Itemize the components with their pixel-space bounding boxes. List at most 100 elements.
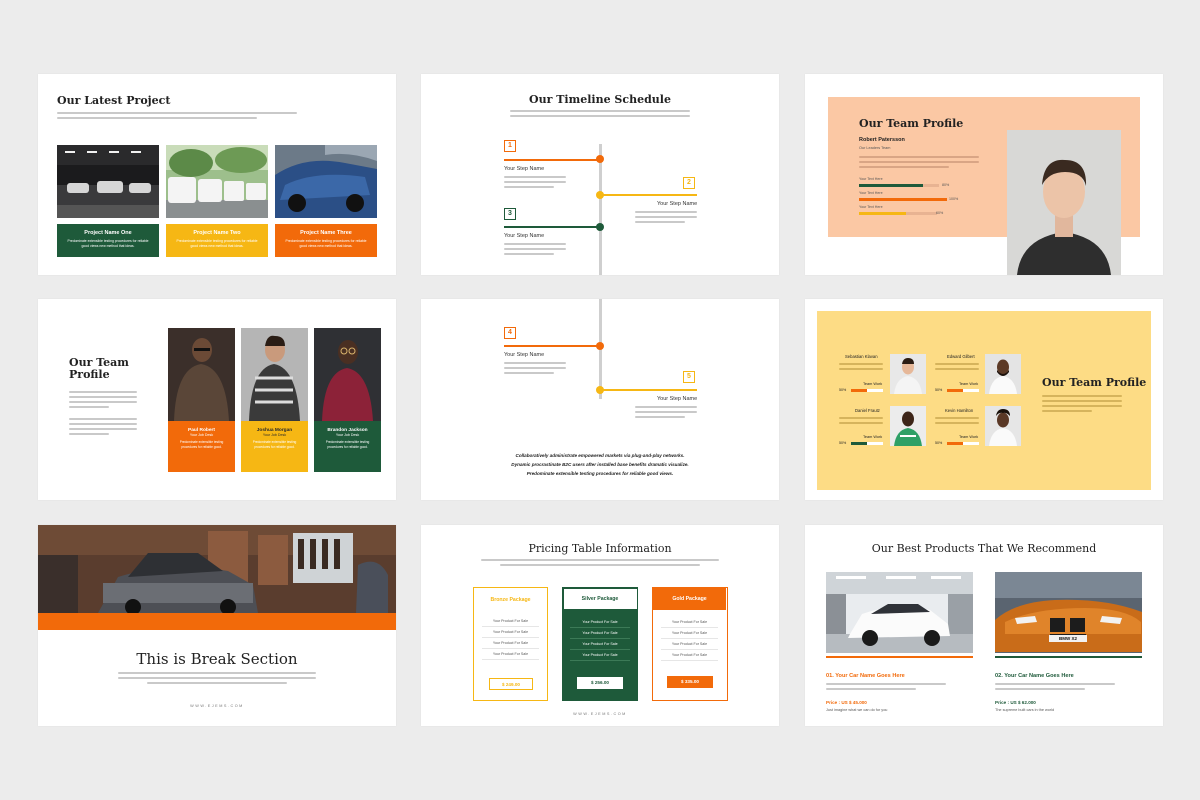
project-photo-garage <box>57 145 159 218</box>
plan-card-silver[interactable]: Silver Package Your Product For Sale You… <box>562 587 638 701</box>
slide-team-profile-1[interactable]: Our Team Profile Robert Patersson Our Le… <box>805 74 1163 275</box>
slide-title: Our Team Profile <box>69 356 129 381</box>
step-name: Your Step Name <box>504 352 545 358</box>
member-team: Team Work <box>863 382 883 386</box>
slide-timeline-1[interactable]: Our Timeline Schedule 1 Your Step Name 2… <box>421 74 779 275</box>
skill-track <box>859 198 947 201</box>
skill-fill <box>859 212 906 215</box>
product-divider <box>826 656 973 658</box>
step-name: Your Step Name <box>657 201 698 207</box>
plan-name: Gold Package <box>672 596 707 602</box>
timeline-axis <box>599 144 602 275</box>
step-number-badge: 2 <box>683 177 695 189</box>
member-role: Your Job Desk <box>262 433 287 437</box>
member-fill <box>947 389 963 392</box>
member-name: Robert Patersson <box>859 137 905 143</box>
member-fill <box>851 442 867 445</box>
project-card-1[interactable]: Project Name One Predominate extensible … <box>57 224 159 257</box>
step-dot <box>596 223 604 231</box>
skill-track <box>859 184 939 187</box>
member-photo <box>890 406 926 446</box>
project-text: Predominate extensible testing procedure… <box>285 239 367 248</box>
plan-item: Your Product For Sale <box>570 617 630 628</box>
project-name: Project Name One <box>84 230 132 236</box>
break-description <box>118 672 316 687</box>
member-photo <box>1007 130 1121 275</box>
plan-card-gold[interactable]: Gold Package Your Product For Sale Your … <box>652 587 728 701</box>
slide-description <box>69 391 137 411</box>
orange-band <box>38 613 396 630</box>
plan-price-button[interactable]: $ 335.00 <box>667 676 713 688</box>
slide-products[interactable]: Our Best Products That We Recommend 01. … <box>805 525 1163 726</box>
step-text <box>635 211 697 226</box>
slide-pricing[interactable]: Pricing Table Information Bronze Package… <box>421 525 779 726</box>
product-description <box>826 683 946 693</box>
member-role: Our Leaders Team <box>859 146 891 150</box>
step-connector <box>601 194 697 196</box>
member-photo <box>985 354 1021 394</box>
website-url[interactable]: WWW.EJEMS.COM <box>38 704 396 708</box>
step-dot <box>596 191 604 199</box>
member-track <box>947 442 979 445</box>
product-note: Just imagine what we can do for you <box>826 708 888 712</box>
step-number-badge: 4 <box>504 327 516 339</box>
member-card-2[interactable]: Joshua Morgan Your Job Desk Predominate … <box>241 421 308 472</box>
plan-item: Your Product For Sale <box>570 650 630 661</box>
member-card-1[interactable]: Paul Robert Your Job Desk Predominate ex… <box>168 421 235 472</box>
member-name: Sebastian Klavan <box>845 354 878 359</box>
skill-pct: 60% <box>936 211 944 215</box>
member-text <box>935 417 979 427</box>
member-team: Team Work <box>959 382 979 386</box>
slide-title: Our Team Profile <box>859 117 964 130</box>
slide-title: Our Timeline Schedule <box>529 93 671 106</box>
project-card-3[interactable]: Project Name Three Predominate extensibl… <box>275 224 377 257</box>
step-dot <box>596 155 604 163</box>
slide-description-2 <box>69 418 137 438</box>
plan-item: Your Product For Sale <box>482 616 539 627</box>
project-text: Predominate extensible testing procedure… <box>176 239 258 248</box>
member-text: Predominate extensible testing procedure… <box>252 440 297 449</box>
plan-item: Your Product For Sale <box>661 650 718 661</box>
member-photo <box>890 354 926 394</box>
quote-line: Dynamic procrastinate B2C users after in… <box>511 462 689 467</box>
plan-item: Your Product For Sale <box>482 649 539 660</box>
slide-team-profile-2[interactable]: Our Team Profile Paul Robert Your Job De… <box>38 299 396 500</box>
product-photo-orange-car: BMW X2 <box>995 572 1142 653</box>
product-description <box>995 683 1115 693</box>
slide-description <box>510 110 690 120</box>
project-name: Project Name Three <box>300 230 352 236</box>
skill-pct: 80% <box>942 183 950 187</box>
plan-card-bronze[interactable]: Bronze Package Your Product For Sale You… <box>473 587 548 701</box>
slide-team-profile-3[interactable]: Our Team Profile Sebastian Klavan Team W… <box>805 299 1163 500</box>
plan-price-button[interactable]: $ 249.00 <box>489 678 533 690</box>
member-text <box>839 417 883 427</box>
plan-price-button[interactable]: $ 256.00 <box>577 677 623 689</box>
quote-line: Predominate extensible testing procedure… <box>526 471 674 476</box>
member-role: Your Job Desk <box>335 433 360 437</box>
product-note: The supreme built cars in the world <box>995 708 1055 712</box>
member-team: Team Work <box>863 435 883 439</box>
plan-item: Your Product For Sale <box>661 628 718 639</box>
slide-timeline-2[interactable]: 4 Your Step Name 5 Your Step Name Collab… <box>421 299 779 500</box>
slide-description <box>481 559 719 569</box>
slide-title: Our Latest Project <box>57 94 171 107</box>
slide-latest-project[interactable]: Our Latest Project Project Name One Pred… <box>38 74 396 275</box>
step-name: Your Step Name <box>504 233 545 239</box>
member-track <box>947 389 979 392</box>
skill-label: Your Text Here <box>859 205 883 209</box>
skill-fill <box>859 198 947 201</box>
skill-track <box>859 212 937 215</box>
plan-item: Your Product For Sale <box>482 638 539 649</box>
member-card-3[interactable]: Brandon Jackson Your Job Desk Predominat… <box>314 421 381 472</box>
member-text: Predominate extensible testing procedure… <box>179 440 224 449</box>
timeline-quote: Collaboratively administrate empowered m… <box>461 451 739 478</box>
project-text: Predominate extensible testing procedure… <box>67 239 149 248</box>
website-url[interactable]: WWW.EJEMS.COM <box>421 712 779 716</box>
project-card-2[interactable]: Project Name Two Predominate extensible … <box>166 224 268 257</box>
step-name: Your Step Name <box>657 396 698 402</box>
slide-break-section[interactable]: This is Break Section WWW.EJEMS.COM <box>38 525 396 726</box>
slide-description <box>57 112 297 122</box>
project-name: Project Name Two <box>193 230 241 236</box>
step-number-badge: 5 <box>683 371 695 383</box>
member-name: Daniel Frautz <box>855 408 880 413</box>
